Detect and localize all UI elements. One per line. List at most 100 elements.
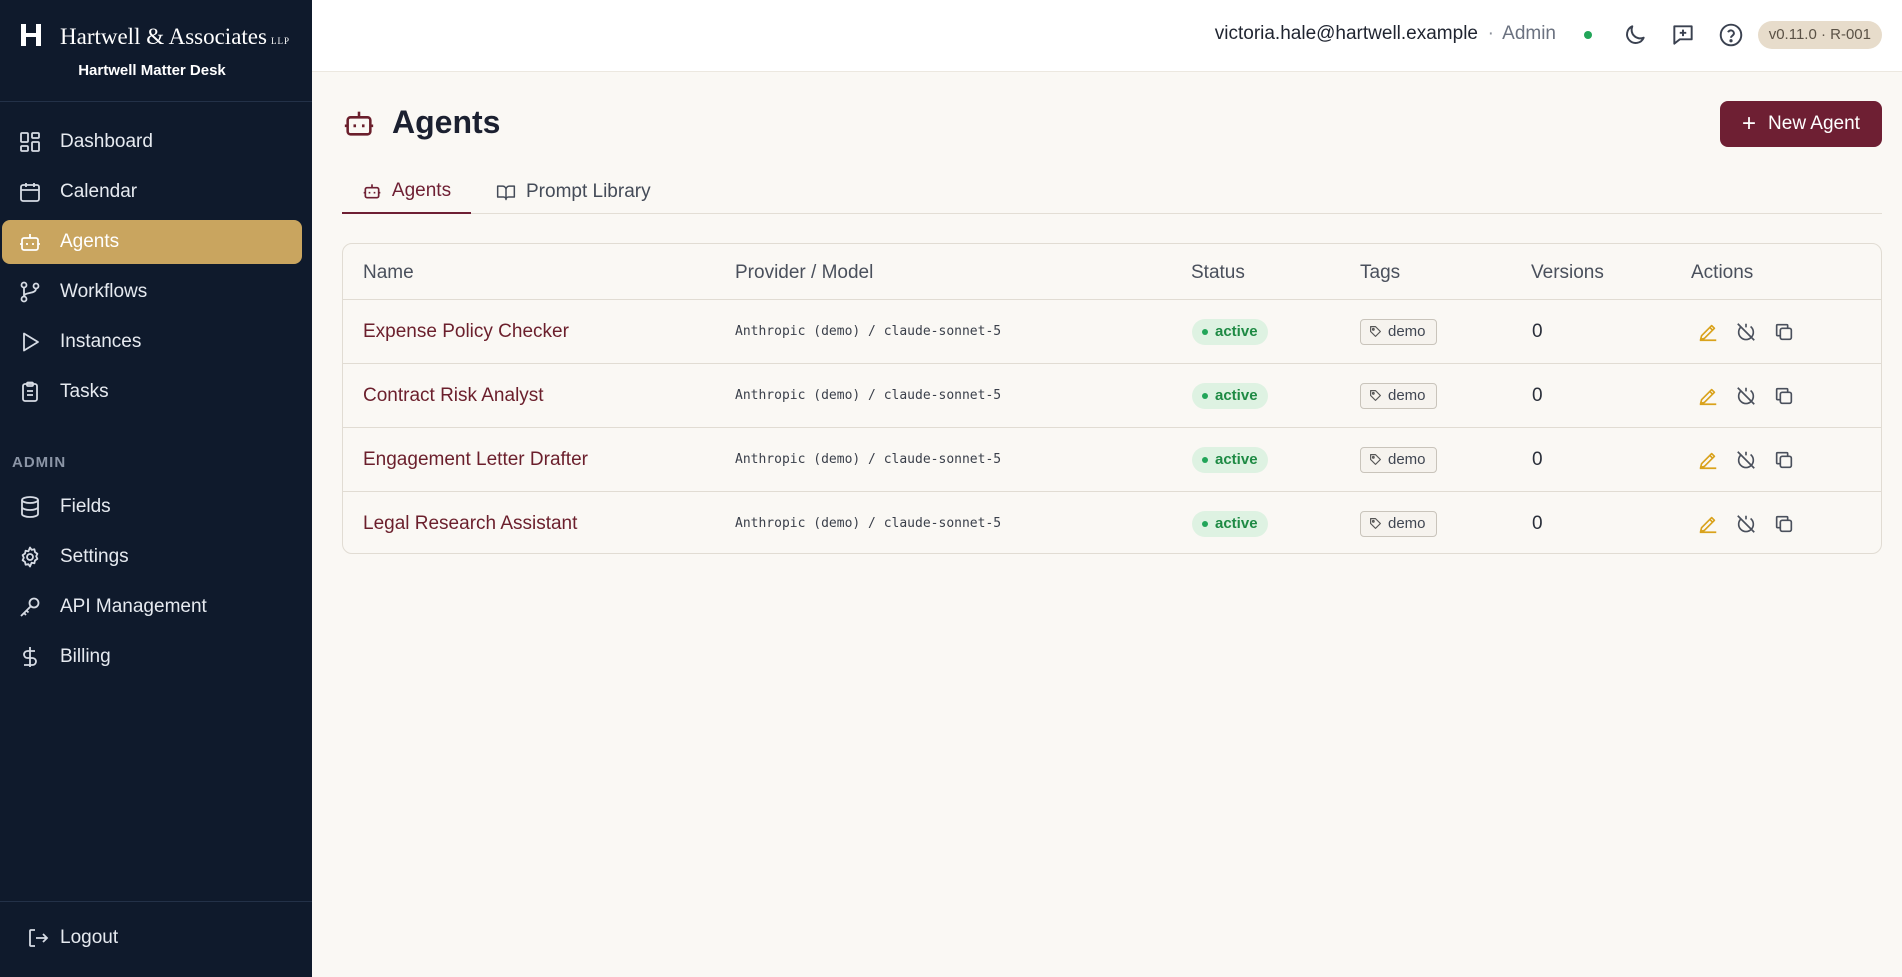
column-header-status: Status [1191,262,1245,283]
status-label: active [1215,515,1258,532]
status-label: active [1215,323,1258,340]
column-header-provider-model: Provider / Model [735,262,874,283]
help-button[interactable] [1718,22,1744,48]
edit-agent-button[interactable] [1697,449,1719,471]
user-email: victoria.hale@hartwell.example [1214,23,1478,44]
sidebar-item-label: Settings [60,546,129,567]
status-dot [1202,328,1208,335]
tab-prompt-library[interactable]: Prompt Library [496,170,651,214]
deactivate-agent-button[interactable] [1735,513,1757,535]
sidebar-item-fields[interactable]: Fields [2,485,302,529]
plus-icon: + [1742,110,1757,137]
agent-name-link[interactable]: Contract Risk Analyst [363,385,544,407]
sidebar: Hartwell & Associates LLP Hartwell Matter… [0,0,312,977]
new-agent-button[interactable]: + New Agent [1720,101,1882,147]
table-row: Engagement Letter Drafter Anthropic (dem… [343,428,1881,492]
power-off-icon [1735,321,1757,343]
power-off-icon [1735,385,1757,407]
dollar-icon [18,645,42,669]
tag-chip: demo [1360,510,1437,537]
power-off-icon [1735,513,1757,535]
sidebar-item-api-management[interactable]: API Management [2,585,302,629]
agent-name-link[interactable]: Expense Policy Checker [363,321,569,343]
versions-count: 0 [1532,512,1543,534]
copy-icon [1773,449,1795,471]
duplicate-agent-button[interactable] [1773,513,1795,535]
table-header: Name Provider / Model Status Tags Versio… [343,244,1881,300]
dark-mode-toggle[interactable] [1622,22,1648,48]
message-plus-icon [1670,22,1696,48]
deactivate-agent-button[interactable] [1735,385,1757,407]
book-open-icon [496,182,516,202]
status-badge: active [1192,382,1268,409]
pencil-icon [1697,385,1719,407]
edit-agent-button[interactable] [1697,513,1719,535]
logout-button[interactable]: Logout [26,926,118,950]
database-icon [18,495,42,519]
agent-model: Anthropic (demo) / claude-sonnet-5 [735,324,1002,339]
sidebar-item-label: Agents [60,231,120,252]
new-agent-label: New Agent [1768,113,1860,134]
agents-table: Name Provider / Model Status Tags Versio… [342,243,1882,554]
app-subtitle: Hartwell Matter Desk [78,62,226,79]
tab-label: Prompt Library [526,181,651,202]
table-row: Legal Research Assistant Anthropic (demo… [343,492,1881,553]
logout-label: Logout [60,927,119,948]
deactivate-agent-button[interactable] [1735,449,1757,471]
tag-label: demo [1388,515,1426,532]
power-off-icon [1735,449,1757,471]
play-icon [18,330,42,354]
tag-chip: demo [1360,446,1437,473]
sidebar-item-workflows[interactable]: Workflows [2,270,302,314]
duplicate-agent-button[interactable] [1773,449,1795,471]
sidebar-item-label: Tasks [60,381,109,402]
versions-count: 0 [1532,448,1543,470]
status-badge: active [1192,318,1268,345]
copy-icon [1773,513,1795,535]
copy-icon [1773,385,1795,407]
tag-icon [1369,389,1382,402]
tab-label: Agents [391,180,452,201]
sidebar-item-label: Calendar [60,181,138,202]
sidebar-item-agents[interactable]: Agents [2,220,302,264]
tag-label: demo [1388,323,1426,340]
edit-agent-button[interactable] [1697,385,1719,407]
top-bar: victoria.hale@hartwell.example · Admin v… [312,0,1902,72]
tag-icon [1369,453,1382,466]
sidebar-item-label: API Management [60,596,207,617]
agent-name-link[interactable]: Legal Research Assistant [363,513,577,535]
tab-agents[interactable]: Agents [342,170,471,214]
agent-name-link[interactable]: Engagement Letter Drafter [363,449,588,471]
status-label: active [1215,451,1258,468]
status-label: active [1215,387,1258,404]
version-badge: v0.11.0 · R-001 [1757,21,1882,49]
copy-icon [1773,321,1795,343]
robot-icon [342,106,376,140]
sidebar-item-label: Billing [60,646,111,667]
online-status-dot [1584,31,1592,39]
sidebar-item-label: Workflows [60,281,148,302]
edit-agent-button[interactable] [1697,321,1719,343]
sidebar-item-dashboard[interactable]: Dashboard [2,120,302,164]
robot-icon [18,230,42,254]
tag-chip: demo [1360,382,1437,409]
pencil-icon [1697,321,1719,343]
agent-model: Anthropic (demo) / claude-sonnet-5 [735,388,1002,403]
brand-header: Hartwell & Associates LLP Hartwell Matter… [0,0,312,102]
pencil-icon [1697,449,1719,471]
duplicate-agent-button[interactable] [1773,385,1795,407]
status-dot [1202,392,1208,399]
sidebar-item-settings[interactable]: Settings [2,535,302,579]
duplicate-agent-button[interactable] [1773,321,1795,343]
sidebar-footer: Logout [0,901,312,977]
status-dot [1202,520,1208,527]
sidebar-item-calendar[interactable]: Calendar [2,170,302,214]
sidebar-item-instances[interactable]: Instances [2,320,302,364]
feedback-button[interactable] [1670,22,1696,48]
robot-icon [362,181,382,201]
sidebar-item-tasks[interactable]: Tasks [2,370,302,414]
tab-bar: Agents Prompt Library [342,170,1882,214]
sidebar-item-billing[interactable]: Billing [2,635,302,679]
sidebar-item-label: Dashboard [60,131,153,152]
deactivate-agent-button[interactable] [1735,321,1757,343]
